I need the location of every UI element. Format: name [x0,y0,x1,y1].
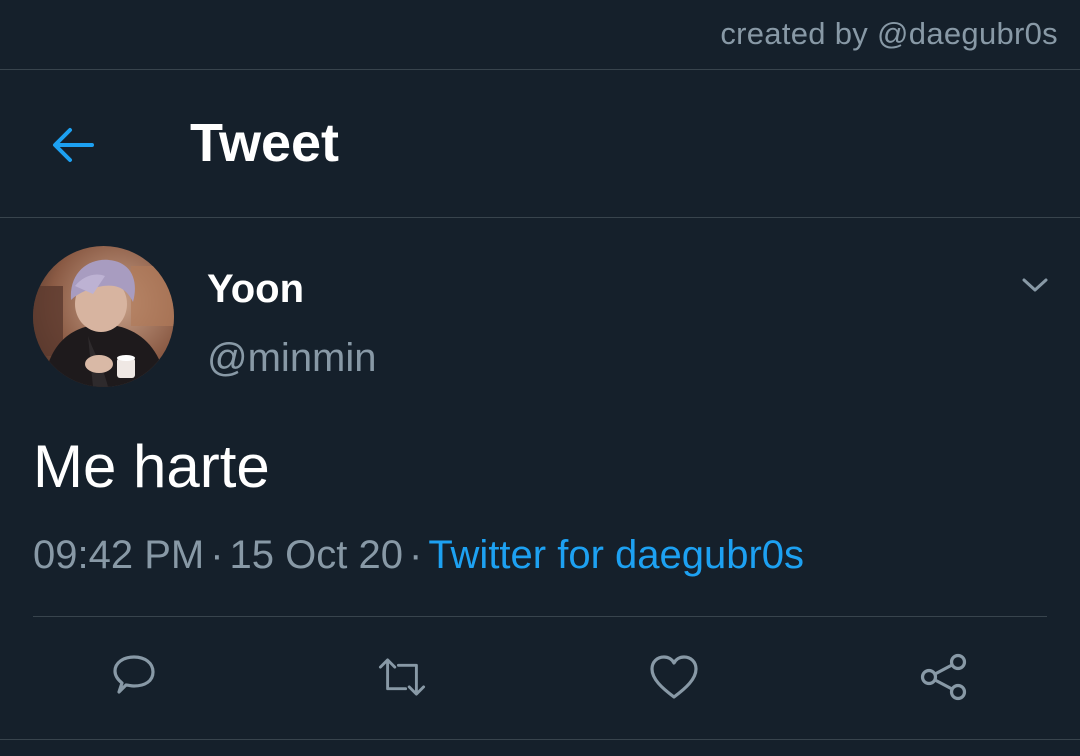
tweet-text: Me harte [33,433,270,500]
arrow-left-icon [53,128,94,162]
page-title: Tweet [190,113,340,173]
retweet-icon [378,658,426,696]
meta-separator: · [210,533,224,577]
more-options-button[interactable] [1014,266,1056,304]
share-button[interactable] [917,650,971,704]
divider [0,69,1080,70]
divider [0,739,1080,740]
back-button[interactable] [44,116,102,174]
like-button[interactable] [647,650,701,704]
comment-icon [113,655,155,694]
divider [33,616,1047,617]
avatar-photo [33,246,174,387]
retweet-button[interactable] [375,650,429,704]
author-name[interactable]: Yoon [207,267,304,312]
share-icon [920,653,967,701]
meta-separator: · [408,533,423,577]
tweet-meta: 09:42 PM · 15 Oct 20 · Twitter for daegubr0s [33,533,804,578]
heart-icon [650,655,698,699]
chevron-down-icon [1022,278,1048,292]
reply-button[interactable] [107,650,161,704]
watermark-credit: created by @daegubr0s [720,16,1058,51]
tweet-date: 15 Oct 20 [229,533,403,577]
avatar[interactable] [33,246,174,387]
tweet-time: 09:42 PM [33,533,205,577]
tweet-source-link[interactable]: Twitter for daegubr0s [428,533,804,577]
divider [0,217,1080,218]
author-handle[interactable]: @minmin [207,336,377,381]
